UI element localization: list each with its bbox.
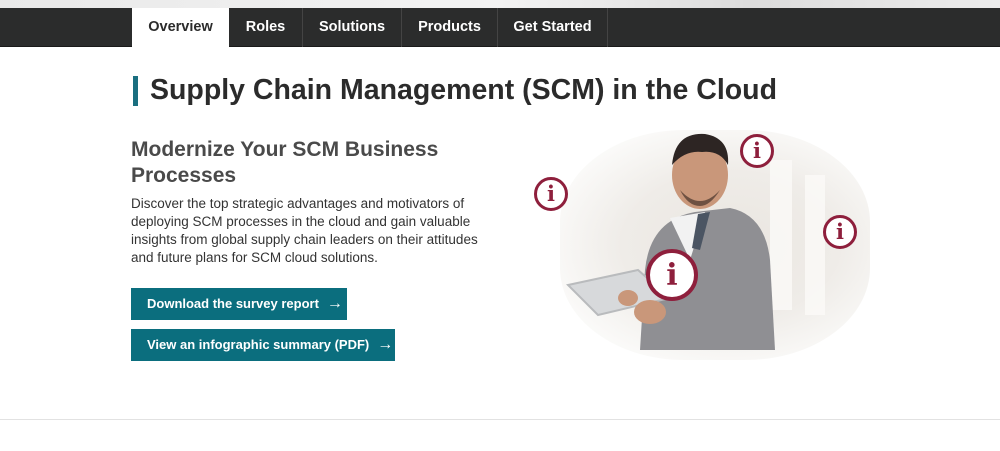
info-icon[interactable]: i [740, 134, 774, 168]
view-infographic-label: View an infographic summary (PDF) [147, 337, 370, 352]
main-nav: Overview Roles Solutions Products Get St… [0, 8, 1000, 48]
section-description: Discover the top strategic advantages an… [131, 196, 478, 265]
section-subheading: Modernize Your SCM Business Processes [131, 138, 439, 187]
info-icon[interactable]: i [646, 249, 698, 301]
title-accent-bar [133, 76, 138, 106]
tab-get-started[interactable]: Get Started [498, 8, 608, 47]
tab-solutions[interactable]: Solutions [303, 8, 402, 47]
info-icon[interactable]: i [534, 177, 568, 211]
view-infographic-button[interactable]: View an infographic summary (PDF) → [131, 329, 395, 361]
tab-products[interactable]: Products [402, 8, 498, 47]
download-survey-button[interactable]: Download the survey report → [131, 288, 347, 320]
tab-roles[interactable]: Roles [229, 8, 303, 47]
arrow-right-icon: → [377, 336, 394, 353]
hero-image: i i i i [520, 120, 880, 360]
download-survey-label: Download the survey report [147, 296, 319, 311]
page-title: Supply Chain Management (SCM) in the Clo… [150, 74, 777, 106]
arrow-right-icon: → [326, 295, 343, 312]
section-divider [0, 419, 1000, 420]
tab-overview[interactable]: Overview [132, 8, 229, 48]
info-icon[interactable]: i [823, 215, 857, 249]
top-banner-strip [0, 0, 1000, 8]
